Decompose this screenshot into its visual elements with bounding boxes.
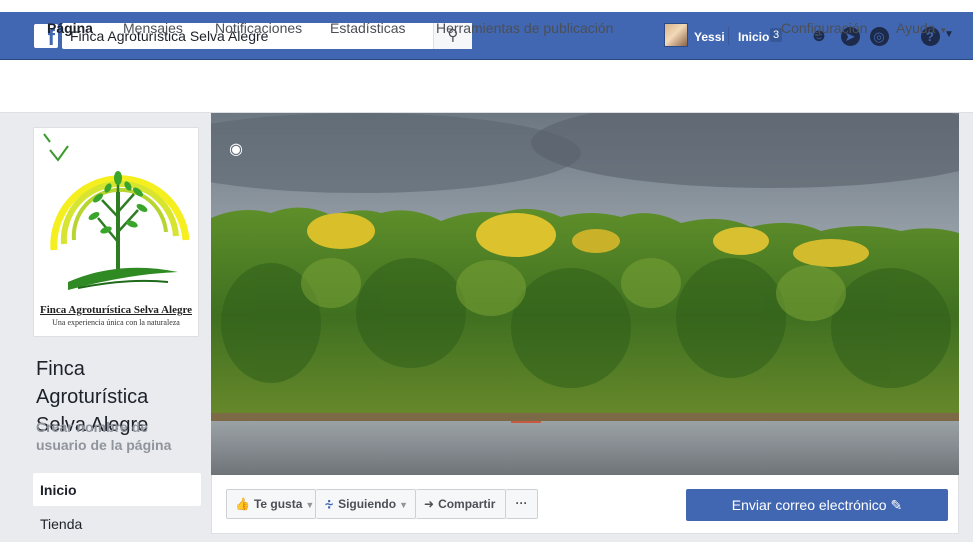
chevron-down-icon: ▼	[939, 26, 948, 35]
tab-herramientas[interactable]: Herramientas de publicación	[436, 20, 613, 36]
sidebar-item-tienda[interactable]: Tienda	[33, 507, 201, 540]
tab-pagina[interactable]: Página	[47, 20, 93, 36]
send-email-button[interactable]: Enviar correo electrónico ✎	[686, 489, 948, 521]
cover-landscape-image	[211, 113, 959, 475]
logo-title-text: Finca Agroturística Selva Alegre	[39, 304, 193, 316]
follow-button[interactable]: ∻ Siguiendo ▼	[316, 489, 416, 519]
tree-logo-icon	[43, 133, 190, 290]
create-username-link[interactable]: Crear nombre de usuario de la página	[36, 418, 201, 454]
cover-photo[interactable]	[211, 113, 959, 475]
chevron-down-icon: ▼	[305, 500, 315, 510]
rss-icon: ∻	[324, 497, 335, 511]
home-link[interactable]: Inicio	[738, 30, 769, 44]
avatar[interactable]	[664, 23, 688, 47]
tab-mensajes[interactable]: Mensajes	[123, 20, 183, 36]
logo-subtitle-text: Una experiencia única con la naturaleza	[52, 318, 180, 327]
page-tabs-bar	[0, 60, 973, 113]
active-tab-underline	[38, 50, 98, 53]
share-arrow-icon: ➜	[424, 497, 435, 511]
sidebar-item-inicio[interactable]: Inicio	[33, 473, 201, 506]
share-button[interactable]: ➜ Compartir	[416, 489, 506, 519]
user-name-link[interactable]: Yessi	[694, 30, 725, 44]
page-action-bar: 👍 Te gusta ▼ ∻ Siguiendo ▼ ➜ Compartir ··· En…	[211, 475, 959, 534]
pencil-icon: ✎	[890, 497, 903, 513]
tab-configuracion[interactable]: Configuración	[781, 20, 867, 36]
more-options-button[interactable]: ···	[506, 489, 538, 519]
nav-divider	[728, 27, 729, 45]
tab-ayuda[interactable]: Ayuda ▼	[896, 20, 947, 36]
notifications-globe-icon[interactable]: ◎	[868, 24, 890, 46]
like-label: Te gusta	[253, 497, 303, 511]
send-email-label: Enviar correo electrónico	[731, 497, 887, 513]
tab-estadisticas[interactable]: Estadísticas	[330, 20, 405, 36]
like-button[interactable]: 👍 Te gusta ▼	[226, 489, 316, 519]
follow-label: Siguiendo	[338, 497, 397, 511]
page-logo: Finca Agroturística Selva Alegre Una exp…	[38, 132, 194, 332]
camera-icon[interactable]: ◉	[229, 139, 247, 158]
profile-picture[interactable]: Finca Agroturística Selva Alegre Una exp…	[33, 127, 199, 337]
chevron-down-icon: ▼	[399, 500, 408, 510]
thumbs-up-icon: 👍	[235, 497, 250, 511]
share-label: Compartir	[438, 497, 496, 511]
help-menu-label: Ayuda	[896, 20, 936, 36]
tab-notificaciones[interactable]: Notificaciones	[215, 20, 302, 36]
